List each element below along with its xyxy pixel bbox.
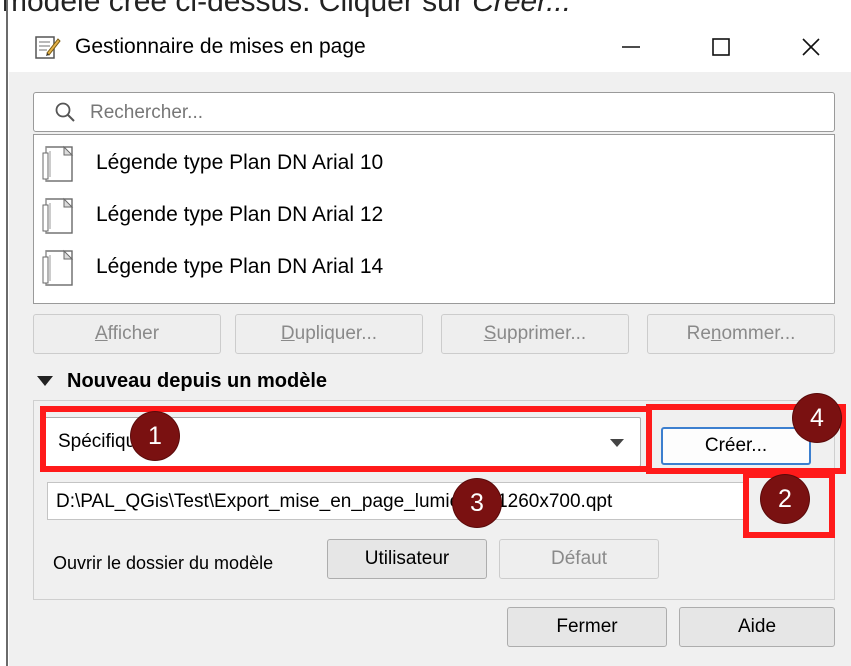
default-folder-button-label: Défaut xyxy=(551,548,607,569)
show-button-label: fficher xyxy=(107,323,160,344)
close-button-label: Fermer xyxy=(556,616,618,637)
caption-text: modèle créé ci-dessus. Cliquer sur xyxy=(2,0,473,18)
close-button[interactable]: Fermer xyxy=(507,607,667,647)
window-title: Gestionnaire de mises en page xyxy=(75,35,366,58)
show-button-mnemonic: A xyxy=(94,323,108,344)
rename-button-label-start: Re xyxy=(686,323,711,344)
minimize-icon xyxy=(622,46,640,48)
template-path-input[interactable]: D:\PAL_QGis\Test\Export_mise_en_page_lum… xyxy=(47,482,747,520)
layout-document-icon xyxy=(42,197,74,234)
title-bar[interactable]: Gestionnaire de mises en page xyxy=(9,22,851,72)
instruction-caption: modèle créé ci-dessus. Cliquer sur Créer… xyxy=(0,0,851,22)
rename-button-label-end: ommer... xyxy=(721,323,796,344)
step-marker-1: 1 xyxy=(131,412,179,460)
step-marker-4: 4 xyxy=(793,394,841,442)
show-button[interactable]: Afficher xyxy=(33,314,221,354)
layout-name: Légende type Plan DN Arial 12 xyxy=(96,203,384,226)
close-window-button[interactable] xyxy=(779,22,843,72)
list-item[interactable]: Légende type Plan DN Arial 10 xyxy=(34,139,834,189)
delete-button[interactable]: Supprimer... xyxy=(441,314,629,354)
create-button[interactable]: Créer... xyxy=(661,427,811,465)
help-button-label: Aide xyxy=(737,616,777,637)
layout-list[interactable]: Légende type Plan DN Arial 10 Légende ty… xyxy=(33,134,835,304)
chevron-down-icon xyxy=(610,439,624,447)
layout-name: Légende type Plan DN Arial 14 xyxy=(96,255,384,278)
minimize-button[interactable] xyxy=(599,22,663,72)
step-marker-3: 3 xyxy=(453,479,501,527)
list-item[interactable]: Légende type Plan DN Arial 14 xyxy=(34,243,834,293)
duplicate-button-label: upliquer... xyxy=(294,323,378,344)
step-marker-2: 2 xyxy=(761,475,809,523)
template-path-value: D:\PAL_QGis\Test\Export_mise_en_page_lum… xyxy=(56,491,613,512)
rename-button-mnemonic: n xyxy=(710,323,722,344)
default-folder-button[interactable]: Défaut xyxy=(499,539,659,579)
collapse-triangle-icon xyxy=(37,376,53,386)
open-folder-label: Ouvrir le dossier du modèle xyxy=(53,553,274,573)
template-section-title: Nouveau depuis un modèle xyxy=(67,369,328,392)
delete-button-label: upprimer... xyxy=(496,323,587,344)
template-section-toggle[interactable]: Nouveau depuis un modèle xyxy=(37,367,327,395)
duplicate-button[interactable]: Dupliquer... xyxy=(235,314,423,354)
duplicate-button-mnemonic: D xyxy=(280,323,295,344)
search-input[interactable]: Rechercher... xyxy=(33,92,835,132)
maximize-icon xyxy=(712,38,730,56)
user-folder-button-label: Utilisateur xyxy=(364,548,450,569)
caption-italic-text: Créer... xyxy=(472,0,572,18)
create-button-label: Créer... xyxy=(704,435,768,456)
close-icon xyxy=(802,38,820,56)
search-icon xyxy=(55,102,75,122)
maximize-button[interactable] xyxy=(689,22,753,72)
list-item[interactable]: Légende type Plan DN Arial 12 xyxy=(34,191,834,241)
help-button[interactable]: Aide xyxy=(679,607,835,647)
layout-manager-dialog: Gestionnaire de mises en page Rechercher… xyxy=(9,22,851,666)
layout-name: Légende type Plan DN Arial 10 xyxy=(96,151,384,174)
delete-button-mnemonic: S xyxy=(483,323,497,344)
search-placeholder: Rechercher... xyxy=(90,102,203,123)
layout-manager-icon xyxy=(35,36,61,59)
layout-document-icon xyxy=(42,249,74,286)
layout-document-icon xyxy=(42,145,74,182)
page-left-border xyxy=(6,0,8,666)
user-folder-button[interactable]: Utilisateur xyxy=(327,539,487,579)
rename-button[interactable]: Re n ommer... xyxy=(647,314,835,354)
